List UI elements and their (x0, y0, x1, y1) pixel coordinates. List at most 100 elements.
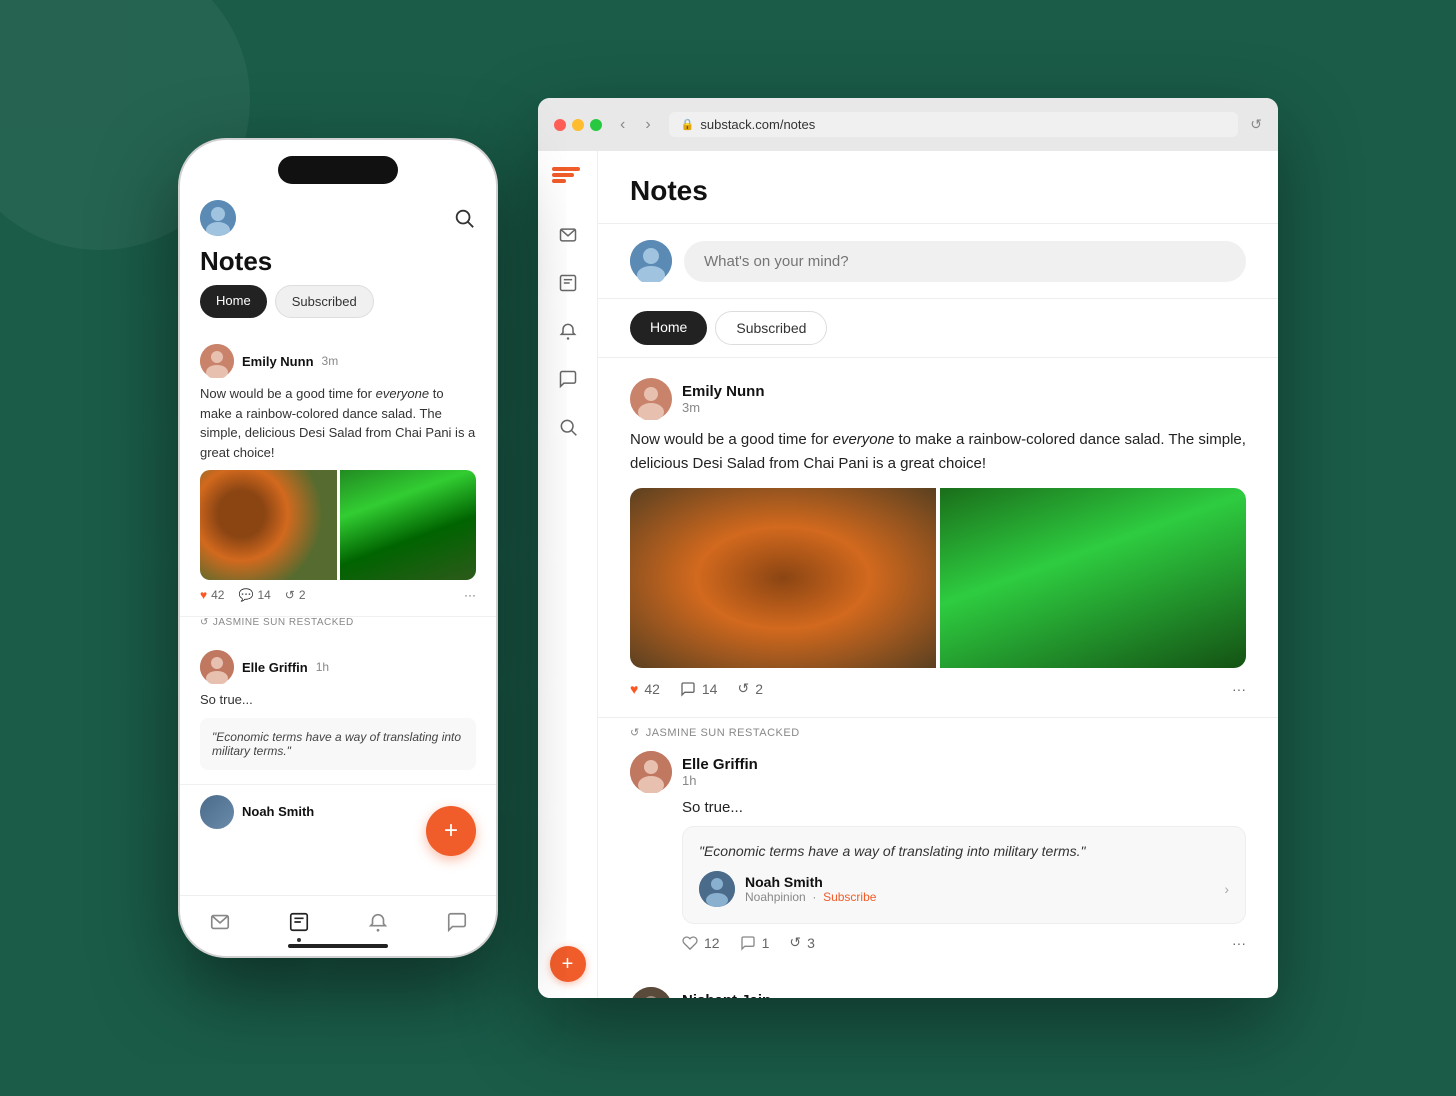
phone-home-indicator (288, 944, 388, 948)
phone-tab-subscribed[interactable]: Subscribed (275, 285, 374, 318)
browser-noahpinion: Noahpinion (745, 890, 806, 904)
phone-elle-text: So true... (200, 690, 476, 710)
phone-quote-text: "Economic terms have a way of translatin… (212, 730, 461, 758)
browser-tab-subscribed[interactable]: Subscribed (715, 311, 827, 345)
browser-emily-time: 3m (682, 400, 765, 415)
phone-elle-time: 1h (316, 660, 329, 674)
browser-elle-like-btn[interactable]: 12 (682, 935, 720, 951)
phone-comment-icon: 💬 (238, 588, 253, 602)
sidebar-fab-btn[interactable]: + (550, 946, 586, 982)
browser-close-btn[interactable] (554, 119, 566, 131)
browser-nishant-header: Nishant Jain 1d (630, 987, 1246, 998)
phone-nav-notes[interactable] (285, 908, 313, 936)
sidebar-fab-icon: + (562, 953, 574, 976)
compose-input[interactable] (684, 241, 1246, 282)
sidebar-notes-btn[interactable] (548, 263, 588, 303)
browser-noah-publication: Noahpinion · Subscribe (745, 890, 876, 904)
browser-post-emily: Emily Nunn 3m Now would be a good time f… (598, 358, 1278, 718)
browser-feed-tabs: Home Subscribed (598, 299, 1278, 358)
browser-emily-name: Emily Nunn (682, 383, 765, 400)
browser-forward-btn[interactable]: › (639, 114, 656, 136)
browser-elle-header: Elle Griffin 1h (630, 751, 1246, 793)
phone-elle-author-row: Elle Griffin 1h (200, 650, 476, 684)
browser-minimize-btn[interactable] (572, 119, 584, 131)
phone-comment-btn[interactable]: 💬 14 (238, 588, 270, 602)
browser-maximize-btn[interactable] (590, 119, 602, 131)
phone-post-elle: Elle Griffin 1h So true... "Economic ter… (180, 636, 496, 785)
browser-main-content[interactable]: Notes Home Subscribe (598, 151, 1278, 998)
phone-emily-text: Now would be a good time for everyone to… (200, 384, 476, 462)
phone-post-emily: Emily Nunn 3m Now would be a good time f… (180, 330, 496, 617)
compose-area (598, 224, 1278, 299)
browser-emily-comment-btn[interactable]: 14 (680, 681, 718, 697)
browser-food-images (630, 488, 1246, 668)
browser-elle-comment-btn[interactable]: 1 (740, 935, 770, 951)
phone-elle-avatar[interactable] (200, 650, 234, 684)
phone-emily-time: 3m (322, 354, 339, 368)
phone-notes-title: Notes (180, 246, 496, 285)
phone-elle-info: Elle Griffin (242, 660, 308, 675)
phone-fab-button[interactable]: + (426, 806, 476, 856)
browser-quote-arrow[interactable]: › (1224, 881, 1229, 897)
sidebar-search-btn[interactable] (548, 407, 588, 447)
browser-url: substack.com/notes (700, 117, 815, 132)
phone-more-btn[interactable]: ··· (464, 588, 476, 602)
browser-elle-avatar[interactable] (630, 751, 672, 793)
browser-subscribe-link[interactable]: Subscribe (823, 890, 876, 904)
browser-elle-time: 1h (682, 773, 758, 788)
phone-emily-avatar[interactable] (200, 344, 234, 378)
browser-elle-restack-btn[interactable]: ↺ 3 (789, 934, 815, 951)
browser-tab-home[interactable]: Home (630, 311, 707, 345)
browser-emily-likes: 42 (644, 681, 660, 697)
phone-emily-author-row: Emily Nunn 3m (200, 344, 476, 378)
browser-noah-name: Noah Smith (745, 874, 876, 890)
phone-restack-by: JASMINE SUN RESTACKED (213, 617, 354, 628)
browser-quote-author-row: Noah Smith Noahpinion · Subscribe › (699, 871, 1229, 907)
browser-window-controls (554, 119, 602, 131)
browser-restack-bar: ↺ JASMINE SUN RESTACKED (598, 718, 1278, 747)
browser-elle-text: So true... (630, 799, 1246, 816)
browser-emily-avatar[interactable] (630, 378, 672, 420)
browser-body: + Notes (538, 151, 1278, 998)
browser-emily-restacks: 2 (755, 681, 763, 697)
phone-like-btn[interactable]: ♥ 42 (200, 588, 224, 602)
browser-elle-more-btn[interactable]: ··· (1232, 935, 1246, 951)
browser-nishant-avatar[interactable] (630, 987, 672, 998)
phone-tabs: Home Subscribed (180, 285, 496, 330)
browser-emily-like-btn[interactable]: ♥ 42 (630, 681, 660, 697)
phone-search-icon[interactable] (452, 206, 476, 230)
browser-emily-restack-btn[interactable]: ↺ 2 (737, 680, 763, 697)
browser-emily-text: Now would be a good time for everyone to… (630, 428, 1246, 476)
browser-elle-comments: 1 (762, 935, 770, 951)
phone-post-actions: ♥ 42 💬 14 ↺ 2 ··· (200, 588, 476, 602)
browser-noah-info: Noah Smith Noahpinion · Subscribe (745, 874, 876, 904)
browser-back-btn[interactable]: ‹ (614, 114, 631, 136)
browser-emily-more-btn[interactable]: ··· (1232, 681, 1246, 697)
browser-post-elle: Elle Griffin 1h So true... "Economic ter… (598, 747, 1278, 967)
compose-user-avatar (630, 240, 672, 282)
phone-emily-info: Emily Nunn (242, 354, 314, 369)
browser-elle-restacks: 3 (807, 935, 815, 951)
phone-user-avatar[interactable] (200, 200, 236, 236)
browser-nav-controls: ‹ › (614, 114, 657, 136)
browser-refresh-btn[interactable]: ↺ (1250, 116, 1262, 133)
browser-heart-icon: ♥ (630, 681, 638, 697)
sidebar-chat-btn[interactable] (548, 359, 588, 399)
browser-nishant-name: Nishant Jain (682, 992, 771, 998)
phone-nav-bell[interactable] (364, 908, 392, 936)
browser-address-bar[interactable]: 🔒 substack.com/notes (669, 112, 1239, 137)
phone-food-image-1 (200, 470, 337, 580)
browser-emily-actions: ♥ 42 14 ↺ 2 ··· (630, 680, 1246, 697)
phone-nav-inbox[interactable] (206, 908, 234, 936)
browser-food-image-2 (940, 488, 1246, 668)
phone-restack-symbol: ↺ (200, 617, 209, 628)
phone-heart-icon: ♥ (200, 588, 207, 602)
phone-tab-home[interactable]: Home (200, 285, 267, 318)
browser-nishant-info: Nishant Jain 1d (682, 992, 771, 998)
phone-nav-chat[interactable] (443, 908, 471, 936)
phone-restack-btn[interactable]: ↺ 2 (285, 588, 306, 602)
substack-logo (552, 167, 584, 199)
sidebar-bell-btn[interactable] (548, 311, 588, 351)
sidebar-inbox-btn[interactable] (548, 215, 588, 255)
browser-elle-name: Elle Griffin (682, 756, 758, 773)
